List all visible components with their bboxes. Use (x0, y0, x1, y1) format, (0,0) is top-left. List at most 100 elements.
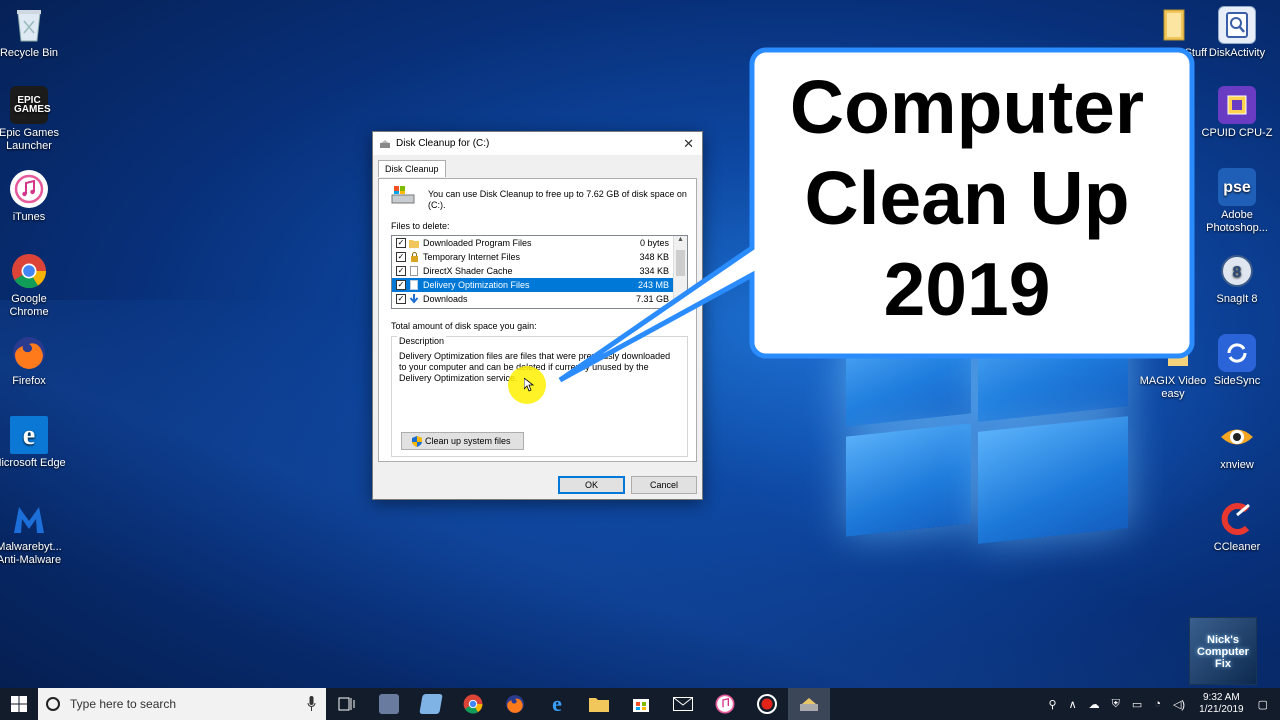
ok-button[interactable]: OK (558, 476, 625, 494)
file-size: 348 KB (639, 252, 669, 262)
taskbar-app-people[interactable] (368, 688, 410, 720)
people-icon[interactable]: ⚲ (1049, 698, 1057, 711)
dialog-title: Disk Cleanup for (C:) (396, 138, 490, 149)
system-tray: ⚲ ∧ ☁ ⛨ ▭ ◔ ◁) 9:32 AM 1/21/2019 ▢ (1043, 688, 1280, 720)
sidesync-icon (1218, 334, 1256, 372)
taskbar-app-itunes[interactable] (704, 688, 746, 720)
intro-text: You can use Disk Cleanup to free up to 7… (428, 189, 687, 210)
tab-disk-cleanup[interactable]: Disk Cleanup (378, 160, 446, 177)
network-icon[interactable]: ◔ (1154, 698, 1161, 710)
checkbox[interactable]: ✓ (396, 280, 406, 290)
clock-time: 9:32 AM (1202, 692, 1240, 703)
file-name: Downloaded Program Files (423, 238, 532, 248)
start-button[interactable] (0, 688, 38, 720)
desktop-icon-label: xnview (1220, 459, 1254, 471)
volume-icon[interactable]: ◁) (1173, 698, 1185, 711)
watermark-line: Computer (1197, 646, 1249, 658)
taskbar-app-chrome[interactable] (452, 688, 494, 720)
firefox-icon (10, 334, 48, 372)
edge-icon: e (552, 691, 562, 716)
desktop-icon-chrome[interactable]: Google Chrome (0, 252, 67, 319)
cloud-icon[interactable]: ☁ (1089, 698, 1100, 711)
taskbar-app-edge[interactable]: e (536, 688, 578, 720)
photoshop-icon: pse (1218, 168, 1256, 206)
taskbar-clock[interactable]: 9:32 AM 1/21/2019 (1199, 692, 1244, 716)
task-view-icon (338, 697, 355, 711)
desktop-icon-firefox[interactable]: Firefox (0, 334, 67, 388)
desktop-icon-epic-games[interactable]: EPIC GAMES Epic Games Launcher (0, 86, 67, 153)
microphone-icon[interactable] (307, 696, 316, 712)
files-to-delete-list[interactable]: ✓ Downloaded Program Files 0 bytes ✓ Tem… (391, 235, 688, 309)
diskactivity-icon (1218, 6, 1256, 44)
file-size: 0 bytes (639, 238, 669, 248)
desktop-icon-itunes[interactable]: iTunes (0, 170, 67, 224)
dialog-titlebar[interactable]: Disk Cleanup for (C:) (373, 132, 702, 155)
scroll-thumb[interactable] (676, 250, 685, 276)
cpuz-icon (1218, 86, 1256, 124)
checkbox[interactable]: ✓ (396, 294, 406, 304)
mail-icon (673, 697, 693, 711)
list-item[interactable]: ✓ Downloaded Program Files 0 bytes (392, 236, 687, 250)
taskbar-app-disk-cleanup[interactable] (788, 688, 830, 720)
file-name: DirectX Shader Cache (423, 266, 513, 276)
action-center-icon[interactable]: ▢ (1258, 698, 1268, 711)
download-arrow-icon (409, 294, 419, 304)
taskbar-search-box[interactable]: Type here to search (38, 688, 326, 720)
pse-badge-text: pse (1223, 178, 1251, 196)
malwarebytes-icon (10, 500, 48, 538)
folder-icon (409, 238, 419, 248)
checkbox[interactable]: ✓ (396, 252, 406, 262)
app-icon (379, 694, 399, 714)
file-name: Delivery Optimization Files (423, 280, 530, 290)
desktop-icon-label: CPUID CPU-Z (1201, 127, 1273, 139)
desktop-icon-recycle-bin[interactable]: Recycle Bin (0, 6, 67, 60)
search-placeholder: Type here to search (70, 697, 177, 711)
desktop-icon-malwarebytes[interactable]: Malwarebyt... Anti-Malware (0, 500, 67, 567)
task-view-button[interactable] (326, 688, 368, 720)
taskbar: Type here to search e ⚲ ∧ ☁ ⛨ ▭ ◔ ◁) 9:3… (0, 688, 1280, 720)
clean-up-system-files-label: Clean up system files (425, 436, 511, 446)
app-icon (419, 694, 443, 714)
callout-title: Computer Clean Up 2019 (752, 62, 1182, 335)
list-item[interactable]: ✓ Downloads 7.31 GB (392, 292, 687, 306)
desktop-icon-edge[interactable]: e Microsoft Edge (0, 416, 67, 470)
desktop-icon-snagit[interactable]: 8 SnagIt 8 (1199, 252, 1275, 306)
close-icon[interactable]: ✕ (683, 136, 694, 152)
desktop-icon-cpuz[interactable]: CPUID CPU-Z (1199, 86, 1275, 140)
chevron-up-icon[interactable]: ∧ (1069, 698, 1077, 711)
recycle-bin-icon (10, 6, 48, 44)
taskbar-app-firefox[interactable] (494, 688, 536, 720)
list-item[interactable]: ✓ Temporary Internet Files 348 KB (392, 250, 687, 264)
desktop-icon-label: Epic Games Launcher (0, 127, 59, 152)
lock-icon (409, 252, 419, 262)
clean-up-system-files-button[interactable]: Clean up system files (401, 432, 524, 450)
desktop-icon-diskactivity[interactable]: DiskActivity (1199, 6, 1275, 60)
list-item[interactable]: ✓ DirectX Shader Cache 334 KB (392, 264, 687, 278)
chrome-icon (463, 694, 483, 714)
desktop-icon-ccleaner[interactable]: CCleaner (1199, 500, 1275, 554)
checkbox[interactable]: ✓ (396, 266, 406, 276)
store-icon (633, 699, 649, 712)
uac-shield-icon (412, 435, 422, 447)
itunes-icon (715, 694, 735, 714)
taskbar-app-recorder[interactable] (746, 688, 788, 720)
shield-tray-icon[interactable]: ⛨ (1112, 698, 1120, 711)
chevron-up-icon[interactable]: ▲ (674, 236, 687, 248)
list-item-selected[interactable]: ✓ Delivery Optimization Files 243 MB (392, 278, 687, 292)
taskbar-app-store[interactable] (620, 688, 662, 720)
desktop-icon-xnview[interactable]: xnview (1199, 418, 1275, 472)
desktop-icon-photoshop[interactable]: pse Adobe Photoshop... (1199, 168, 1275, 235)
taskbar-app-tablet[interactable] (410, 688, 452, 720)
file-size: 7.31 GB (635, 294, 669, 304)
file-size: 243 MB (637, 280, 669, 290)
cancel-button[interactable]: Cancel (631, 476, 697, 494)
chrome-icon (10, 252, 48, 290)
callout-line: 2019 (883, 247, 1051, 331)
checkbox[interactable]: ✓ (396, 238, 406, 248)
taskbar-app-mail[interactable] (662, 688, 704, 720)
battery-icon[interactable]: ▭ (1132, 698, 1142, 711)
desktop-icon-label: iTunes (12, 211, 46, 223)
record-icon (757, 694, 777, 714)
file-name: Temporary Internet Files (423, 252, 521, 262)
taskbar-app-file-explorer[interactable] (578, 688, 620, 720)
